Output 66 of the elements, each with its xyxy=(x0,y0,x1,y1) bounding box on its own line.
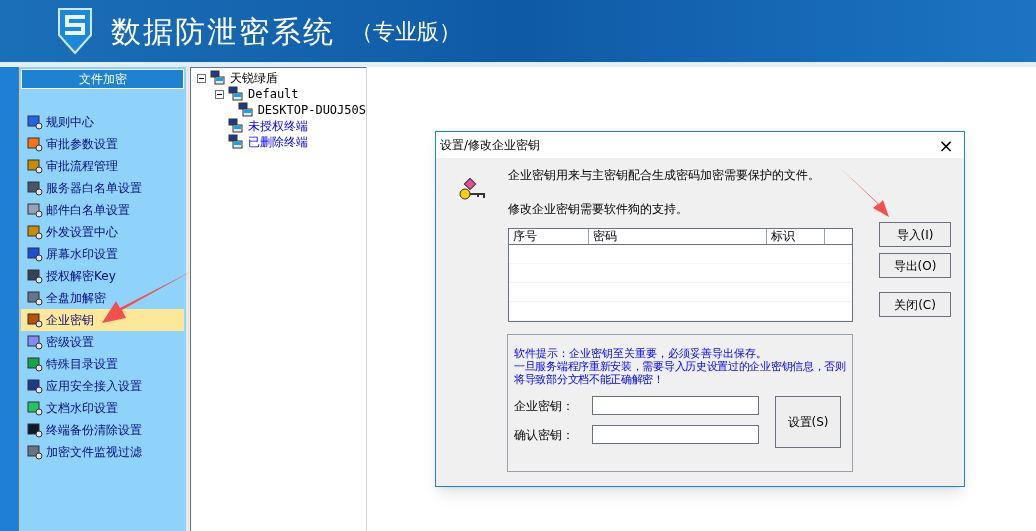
tree-item[interactable]: 天锐绿盾 xyxy=(230,69,278,87)
setting-icon xyxy=(27,312,43,328)
sidebar-item[interactable]: 审批流程管理 xyxy=(21,155,184,177)
collapse-toggle[interactable] xyxy=(197,73,206,83)
sidebar-item[interactable]: 全盘加解密 xyxy=(21,287,184,309)
dialog-button[interactable]: 导入(I) xyxy=(879,222,951,247)
sidebar-item[interactable]: 外发设置中心 xyxy=(21,221,184,243)
description-text: 企业密钥用来与主密钥配合生成密码加密需要保护的文件。 xyxy=(508,167,821,184)
key-input[interactable] xyxy=(592,396,759,415)
tree-item[interactable]: DESKTOP-DUOJ50S xyxy=(257,101,366,119)
hint-text: 一旦服务端程序重新安装，需要导入历史设置过的企业密钥信息，否则将导致部分文档不能正确解密！ xyxy=(514,360,846,386)
column-header[interactable]: 序号 xyxy=(509,229,589,244)
setting-icon xyxy=(27,400,43,416)
sidebar-item[interactable]: 服务器白名单设置 xyxy=(21,177,184,199)
computer-icon xyxy=(228,134,244,150)
setting-icon xyxy=(27,158,43,174)
setting-icon xyxy=(27,290,43,306)
sidebar-item[interactable]: 加密文件监视过滤 xyxy=(21,441,184,463)
setting-icon xyxy=(27,268,43,284)
set-button[interactable]: 设置(S) xyxy=(775,396,841,448)
column-header[interactable]: 密码 xyxy=(589,229,767,244)
setting-icon xyxy=(27,180,43,196)
sidebar-header: 文件加密 xyxy=(21,69,184,89)
sidebar-item[interactable]: 文档水印设置 xyxy=(21,397,184,419)
tree-item[interactable]: Default xyxy=(248,85,299,103)
computer-icon xyxy=(228,86,244,102)
setting-icon xyxy=(27,444,43,460)
key-icon xyxy=(458,178,486,202)
sidebar-item[interactable]: 密级设置 xyxy=(21,331,184,353)
field-label: 企业密钥： xyxy=(514,397,575,415)
sidebar-item[interactable]: 授权解密Key xyxy=(21,265,184,287)
tree-item[interactable]: 未授权终端 xyxy=(248,117,308,135)
computer-icon xyxy=(228,118,244,134)
app-title: 数据防泄密系统 xyxy=(111,12,335,51)
edition-label: （专业版） xyxy=(351,17,461,46)
setting-icon xyxy=(27,246,43,262)
setting-icon xyxy=(27,202,43,218)
setting-icon xyxy=(27,136,43,152)
field-label: 确认密钥： xyxy=(514,426,575,444)
close-button[interactable]: × xyxy=(928,132,964,158)
setting-icon xyxy=(27,114,43,130)
sidebar-item[interactable]: 企业密钥 xyxy=(21,309,184,331)
sidebar-item[interactable]: 审批参数设置 xyxy=(21,133,184,155)
sidebar-item[interactable]: 特殊目录设置 xyxy=(21,353,184,375)
key-input[interactable] xyxy=(592,425,759,444)
computer-icon xyxy=(210,70,226,86)
sidebar-item[interactable]: 应用安全接入设置 xyxy=(21,375,184,397)
setting-icon xyxy=(27,224,43,240)
hint-text: 软件提示：企业密钥至关重要，必须妥善导出保存。 xyxy=(514,347,768,360)
sidebar-item[interactable]: 终端备份清除设置 xyxy=(21,419,184,441)
tree-item[interactable]: 已删除终端 xyxy=(248,133,308,151)
column-header[interactable]: 标识 xyxy=(767,229,825,244)
shield-logo xyxy=(55,7,95,55)
setting-icon xyxy=(27,334,43,350)
computer-icon xyxy=(237,102,254,118)
collapse-toggle[interactable] xyxy=(215,89,224,99)
dialog-button[interactable]: 导出(O) xyxy=(879,253,951,278)
setting-icon xyxy=(27,378,43,394)
dialog-title: 设置/修改企业密钥 xyxy=(440,137,541,154)
description-text: 修改企业密钥需要软件狗的支持。 xyxy=(508,201,689,218)
sidebar-item[interactable]: 规则中心 xyxy=(21,111,184,133)
setting-icon xyxy=(27,356,43,372)
dialog-button[interactable]: 关闭(C) xyxy=(879,292,951,317)
setting-icon xyxy=(27,422,43,438)
sidebar-item[interactable]: 屏幕水印设置 xyxy=(21,243,184,265)
sidebar-item[interactable]: 邮件白名单设置 xyxy=(21,199,184,221)
